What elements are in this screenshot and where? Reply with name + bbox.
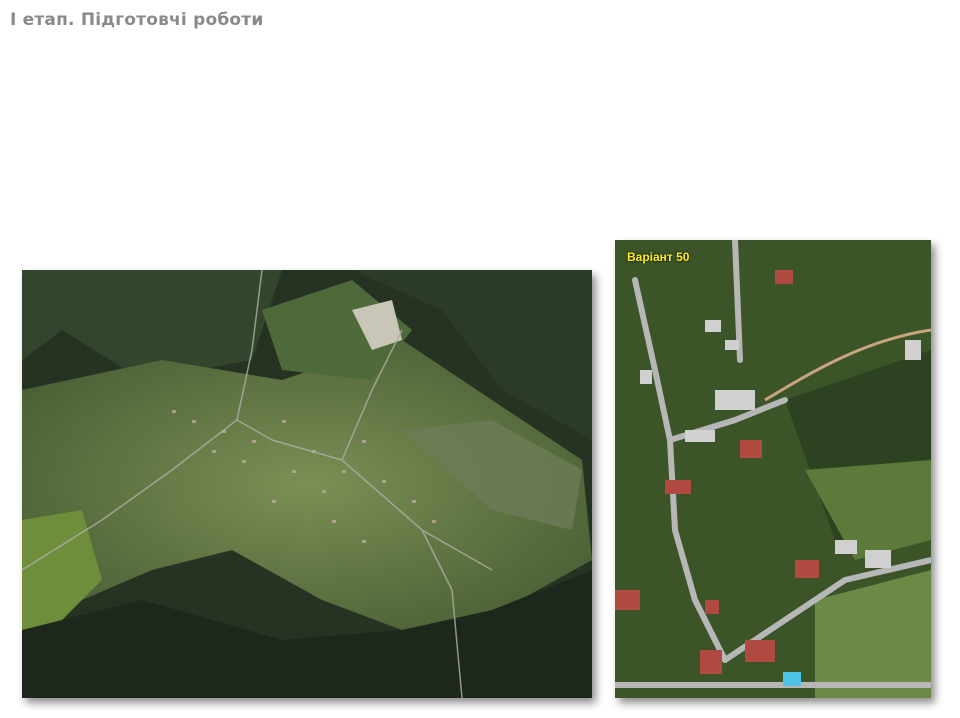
variant-label: Варіант 50 bbox=[627, 250, 690, 264]
aerial-detail-image: Варіант 50 bbox=[615, 240, 931, 698]
page-title: І етап. Підготовчі роботи bbox=[10, 10, 264, 30]
aerial-overview-image bbox=[22, 270, 592, 698]
